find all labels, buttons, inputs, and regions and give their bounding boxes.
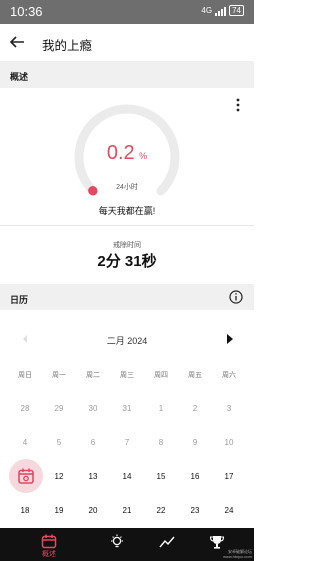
- calendar-day[interactable]: 12: [42, 472, 76, 481]
- calendar-day[interactable]: 20: [76, 506, 110, 515]
- weekday-label: 周四: [154, 372, 168, 379]
- calendar-month: 二月 2024: [106, 336, 148, 346]
- divider: [0, 225, 254, 226]
- tab-tips[interactable]: [97, 528, 137, 561]
- calendar-week-row: 28 29 30 31 1 2 3: [8, 404, 246, 413]
- trend-chart-icon: [159, 536, 175, 548]
- status-icons: 4G 74: [201, 5, 244, 16]
- network-label: 4G: [201, 6, 213, 15]
- watermark: 安卓破解论坛 www.hbqcc.com: [223, 549, 252, 559]
- trophy-icon: [209, 536, 225, 549]
- quit-time-value: 2分 31秒: [97, 253, 157, 270]
- weekday-label: 周三: [120, 372, 134, 379]
- calendar-day[interactable]: 31: [110, 404, 144, 413]
- calendar-day[interactable]: 13: [76, 472, 110, 481]
- weekday-label: 周六: [222, 372, 236, 379]
- battery-level: 74: [232, 6, 241, 15]
- calendar-section-label: 日历: [10, 295, 29, 305]
- calendar-week-row: 12 13 14 15 16 17: [8, 472, 246, 481]
- calendar-week-row: 18 19 20 21 22 23 24: [8, 506, 246, 515]
- calendar-day[interactable]: [8, 472, 42, 481]
- calendar-day[interactable]: 22: [144, 506, 178, 515]
- calendar-day[interactable]: 8: [144, 438, 178, 447]
- calendar-day[interactable]: 30: [76, 404, 110, 413]
- calendar-day[interactable]: 2: [178, 404, 212, 413]
- signal-icon: [215, 6, 227, 16]
- battery-icon: 74: [229, 5, 244, 16]
- app-bar: 我的上瘾: [0, 24, 254, 61]
- calendar-day[interactable]: 18: [8, 506, 42, 515]
- tab-statistics[interactable]: [147, 528, 187, 561]
- bottom-nav: 概述 安卓破解论坛 www.hbqcc.com: [0, 528, 254, 561]
- info-icon[interactable]: [229, 290, 243, 304]
- watermark-line-2: www.hbqcc.com: [223, 554, 252, 559]
- percent-readout: 0.2 %: [0, 142, 254, 165]
- calendar-day[interactable]: 6: [76, 438, 110, 447]
- overview-section-label: 概述: [10, 72, 29, 82]
- calendar-day[interactable]: 16: [178, 472, 212, 481]
- status-time: 10:36: [10, 4, 43, 19]
- next-month-icon[interactable]: [224, 333, 236, 345]
- lightbulb-icon: [111, 534, 123, 548]
- calendar-day[interactable]: 14: [110, 472, 144, 481]
- calendar-day[interactable]: 21: [110, 506, 144, 515]
- calendar-tab-icon: [41, 534, 57, 549]
- calendar-day[interactable]: 23: [178, 506, 212, 515]
- calendar-day[interactable]: 17: [212, 472, 246, 481]
- calendar-day[interactable]: 28: [8, 404, 42, 413]
- page-title: 我的上瘾: [42, 39, 93, 53]
- tab-overview[interactable]: 概述: [29, 528, 69, 561]
- weekday-header: 周日 周一 周二 周三 周四 周五 周六: [8, 370, 246, 380]
- percent-unit: %: [139, 151, 148, 161]
- status-bar: 10:36 4G 74: [0, 0, 254, 24]
- weekday-label: 周一: [52, 372, 66, 379]
- calendar-day[interactable]: 4: [8, 438, 42, 447]
- back-arrow-icon[interactable]: [8, 33, 26, 51]
- calendar-day[interactable]: 3: [212, 404, 246, 413]
- quit-time-label: 戒除时间: [113, 242, 141, 249]
- calendar-day[interactable]: 24: [212, 506, 246, 515]
- calendar-day[interactable]: 19: [42, 506, 76, 515]
- calendar-day[interactable]: 5: [42, 438, 76, 447]
- calendar-day[interactable]: 7: [110, 438, 144, 447]
- calendar-day[interactable]: 1: [144, 404, 178, 413]
- calendar-day[interactable]: 10: [212, 438, 246, 447]
- calendar-day[interactable]: 9: [178, 438, 212, 447]
- calendar-section-header: 日历: [0, 284, 254, 310]
- weekday-label: 周日: [18, 372, 32, 379]
- weekday-label: 周二: [86, 372, 100, 379]
- tab-overview-label: 概述: [42, 551, 56, 558]
- period-label: 24小时: [116, 184, 138, 191]
- calendar-day[interactable]: 15: [144, 472, 178, 481]
- weekday-label: 周五: [188, 372, 202, 379]
- percent-value: 0.2: [106, 142, 135, 164]
- overview-section-header: 概述: [0, 61, 254, 88]
- calendar-week-row: 4 5 6 7 8 9 10: [8, 438, 246, 447]
- calendar-day[interactable]: 29: [42, 404, 76, 413]
- more-vertical-icon[interactable]: [233, 98, 243, 112]
- motto-text: 每天我都在赢!: [98, 206, 156, 216]
